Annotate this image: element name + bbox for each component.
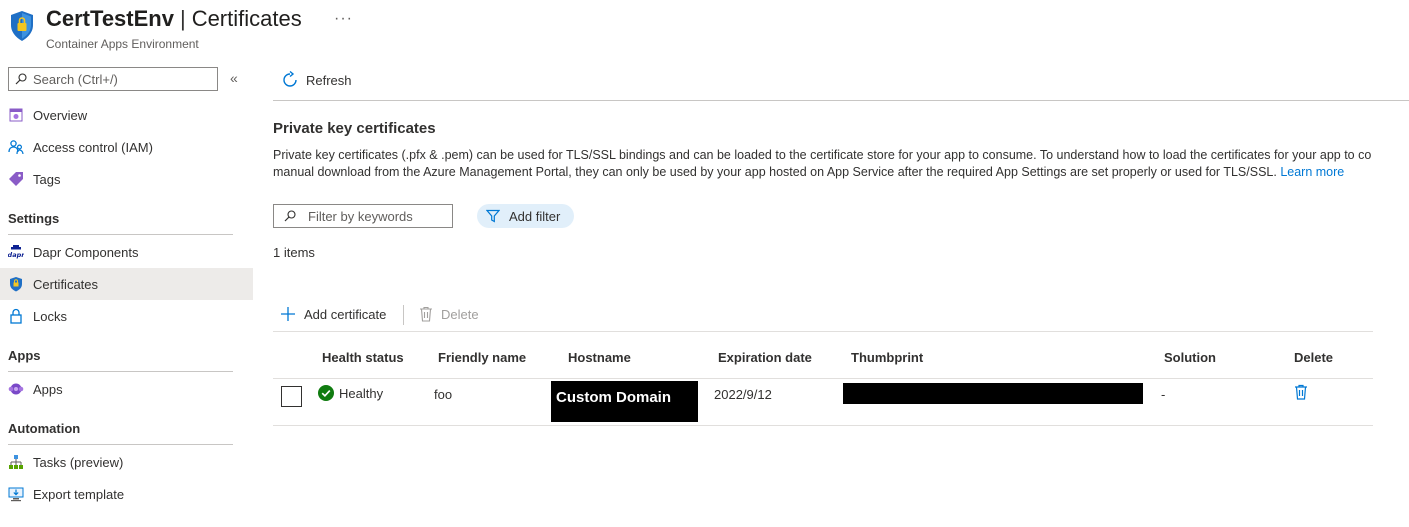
filter-input[interactable]: Filter by keywords — [273, 204, 453, 228]
add-filter-button[interactable]: Add filter — [477, 204, 574, 228]
section-heading: Private key certificates — [273, 120, 436, 137]
page-title: CertTestEnv | Certificates — [46, 6, 302, 32]
sidebar-item-dapr-components[interactable]: dapr Dapr Components — [0, 236, 253, 268]
filter-placeholder: Filter by keywords — [308, 208, 413, 224]
trash-icon — [420, 306, 432, 322]
title-separator: | — [179, 6, 186, 31]
grid-command-bar: Add certificate Delete — [273, 302, 1373, 332]
table-row[interactable] — [273, 378, 1373, 426]
command-toolbar: Refresh — [273, 68, 1409, 101]
friendly-name-cell: foo — [434, 387, 453, 402]
plus-icon — [281, 307, 295, 321]
sidebar-item-certificates[interactable]: Certificates — [0, 268, 253, 300]
refresh-icon — [283, 71, 297, 87]
section-divider — [8, 371, 233, 372]
description-line: manual download from the Azure Managemen… — [273, 165, 1277, 179]
sidebar-item-access-control[interactable]: Access control (IAM) — [0, 131, 253, 163]
tag-icon — [8, 171, 24, 187]
dapr-icon: dapr — [8, 244, 24, 260]
row-delete-button[interactable] — [1294, 384, 1308, 403]
column-header-delete: Delete — [1294, 350, 1334, 365]
sidebar-section-settings: Settings — [8, 211, 60, 226]
container-env-shield-icon — [9, 10, 35, 42]
svg-text:dapr: dapr — [8, 251, 24, 259]
certificate-shield-icon — [8, 276, 24, 292]
expiration-date-cell: 2022/9/12 — [714, 387, 772, 402]
sidebar-section-apps: Apps — [8, 348, 41, 363]
add-certificate-button[interactable]: Add certificate — [280, 306, 386, 322]
filter-icon — [486, 209, 500, 223]
health-status-cell: Healthy — [318, 385, 383, 401]
sidebar-item-overview[interactable]: Overview — [0, 99, 253, 131]
more-options-button[interactable]: ··· — [334, 10, 353, 28]
resource-type-subtitle: Container Apps Environment — [46, 37, 199, 51]
column-header-expiration-date[interactable]: Expiration date — [718, 350, 812, 365]
column-header-thumbprint[interactable]: Thumbprint — [851, 350, 923, 365]
sidebar-item-locks[interactable]: Locks — [0, 300, 253, 332]
people-icon — [8, 139, 24, 155]
search-icon — [15, 73, 27, 85]
solution-cell: - — [1161, 387, 1166, 402]
search-placeholder: Search (Ctrl+/) — [33, 71, 118, 87]
sidebar-search-input[interactable]: Search (Ctrl+/) — [8, 67, 218, 91]
collapse-sidebar-button[interactable]: « — [230, 70, 238, 86]
delete-button[interactable]: Delete — [419, 306, 479, 322]
toolbar-divider — [403, 305, 404, 325]
column-header-health-status[interactable]: Health status — [322, 350, 404, 365]
sidebar-section-automation: Automation — [8, 421, 81, 436]
sidebar-item-export-template[interactable]: Export template — [0, 478, 253, 510]
export-template-icon — [8, 486, 24, 502]
overview-icon — [8, 107, 24, 123]
sidebar-item-tasks[interactable]: Tasks (preview) — [0, 446, 253, 478]
sidebar-item-tags[interactable]: Tags — [0, 163, 253, 195]
trash-icon — [1295, 384, 1307, 400]
thumbprint-cell-redacted — [843, 383, 1143, 404]
column-header-friendly-name[interactable]: Friendly name — [438, 350, 526, 365]
apps-icon — [8, 381, 24, 397]
learn-more-link[interactable]: Learn more — [1280, 165, 1344, 179]
row-select-checkbox[interactable] — [281, 386, 302, 407]
hostname-cell: Custom Domain — [551, 381, 698, 422]
column-header-solution[interactable]: Solution — [1164, 350, 1216, 365]
description-line: Private key certificates (.pfx & .pem) c… — [273, 148, 1372, 162]
section-description: Private key certificates (.pfx & .pem) c… — [273, 147, 1409, 181]
blade-name: Certificates — [191, 6, 302, 31]
refresh-button[interactable]: Refresh — [281, 71, 352, 89]
lock-icon — [8, 308, 24, 324]
checkmark-circle-icon — [318, 385, 334, 401]
section-divider — [8, 234, 233, 235]
items-count: 1 items — [273, 245, 315, 260]
tasks-icon — [8, 454, 24, 470]
section-divider — [8, 444, 233, 445]
search-icon — [284, 210, 296, 222]
column-header-hostname[interactable]: Hostname — [568, 350, 631, 365]
sidebar-item-apps[interactable]: Apps — [0, 373, 253, 405]
resource-name: CertTestEnv — [46, 6, 174, 31]
